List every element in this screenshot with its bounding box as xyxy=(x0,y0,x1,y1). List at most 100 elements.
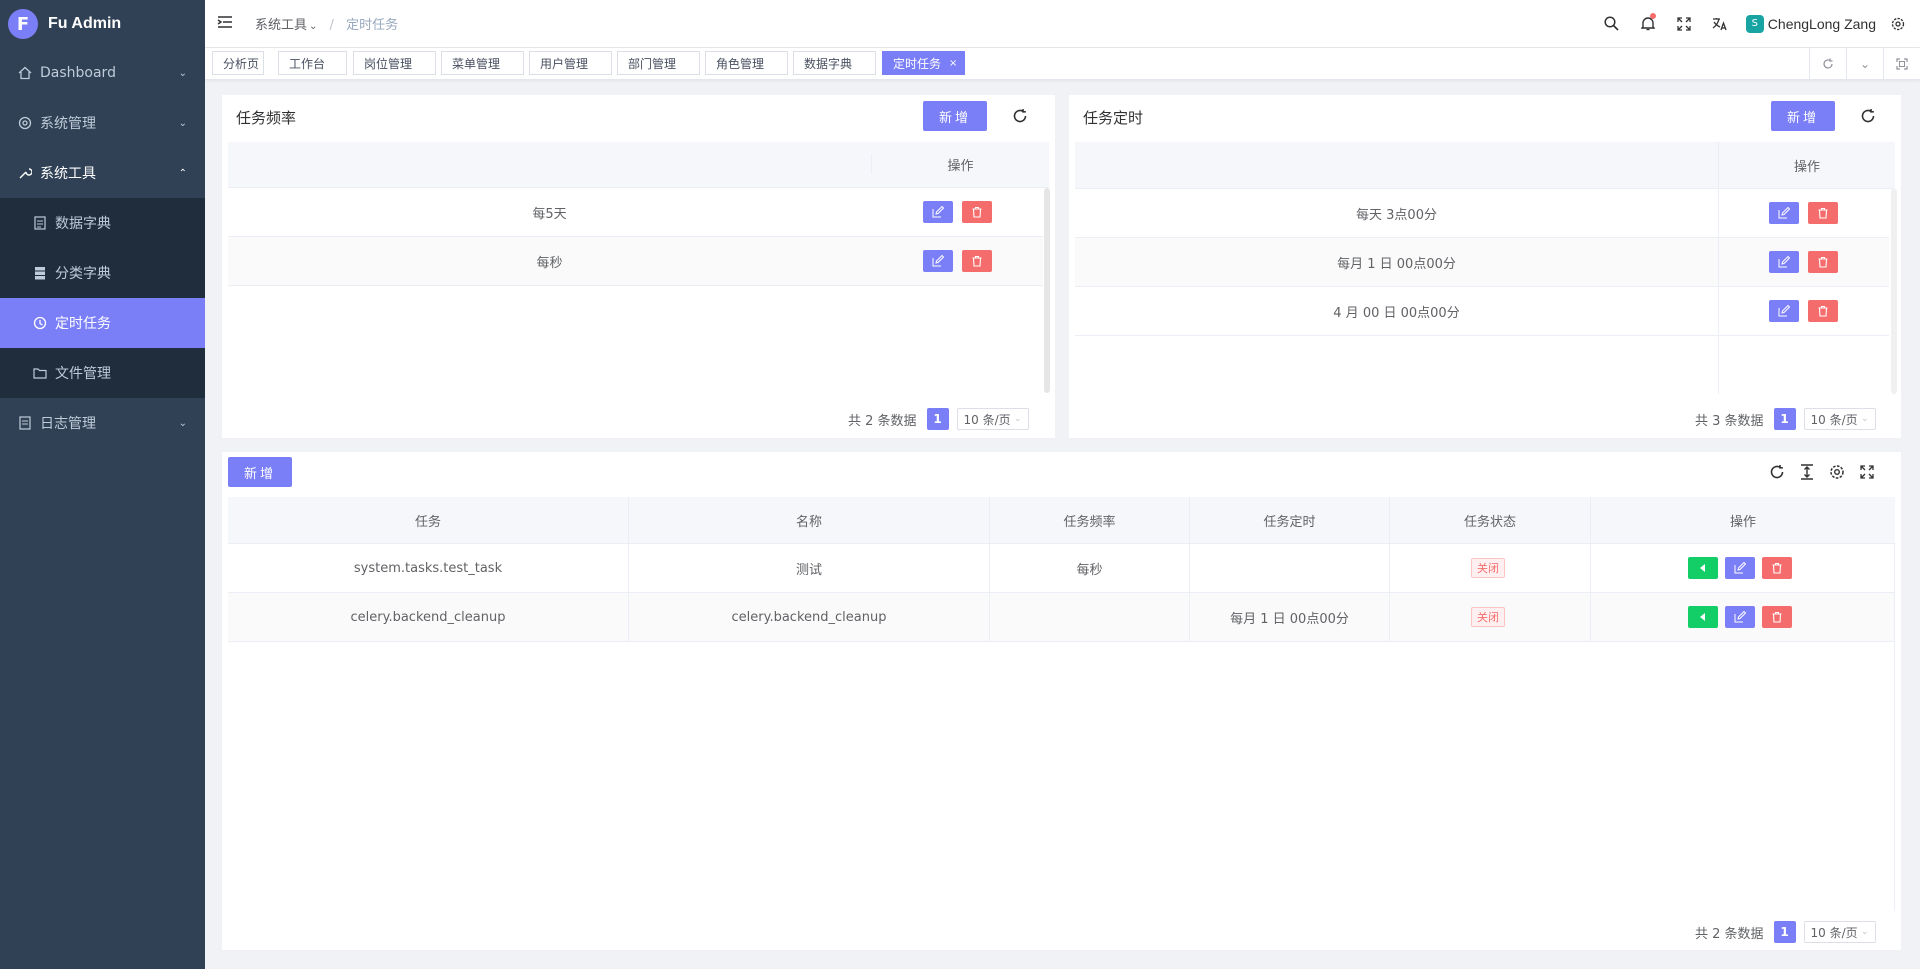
sidebar-item-dashboard[interactable]: Dashboard ⌄ xyxy=(0,48,205,98)
edit-button[interactable] xyxy=(1725,606,1755,628)
breadcrumb-current: 定时任务 xyxy=(346,18,399,33)
divider xyxy=(1718,336,1719,394)
delete-button[interactable] xyxy=(1808,251,1838,273)
pagination: 共 2 条数据 1 10 条/页 ⌄ xyxy=(1695,921,1876,943)
table-row: 每天 3点00分 xyxy=(1075,189,1889,238)
page-size-select[interactable]: 10 条/页 ⌄ xyxy=(1803,408,1876,430)
edit-button[interactable] xyxy=(1769,202,1799,224)
submenu-system-tools: 数据字典 分类字典 定时任务 文件管理 xyxy=(0,198,205,398)
tags-view: 分析页 工作台 岗位管理 菜单管理 用户管理 部门管理 角色管理 数据字典 定时… xyxy=(205,48,1920,80)
tag-workbench[interactable]: 工作台 xyxy=(278,51,347,75)
fullscreen-icon[interactable] xyxy=(1856,461,1878,483)
edit-button[interactable] xyxy=(1769,251,1799,273)
header-actions: S ChengLong Zang xyxy=(1594,0,1910,47)
delete-button[interactable] xyxy=(962,201,992,223)
total-count: 共 2 条数据 xyxy=(848,413,917,429)
tag-label: 菜单管理 xyxy=(452,56,501,71)
column-height-icon[interactable] xyxy=(1796,461,1818,483)
table-row: 每秒 xyxy=(228,237,1043,286)
tag-analysis[interactable]: 分析页 xyxy=(212,51,264,75)
edit-button[interactable] xyxy=(1769,300,1799,322)
settings-gear-icon[interactable] xyxy=(1886,17,1910,31)
home-icon xyxy=(18,66,32,80)
menu-toggle-icon[interactable] xyxy=(217,14,241,33)
tag-menu-management[interactable]: 菜单管理 xyxy=(441,51,524,75)
sidebar-item-label: 日志管理 xyxy=(40,416,96,432)
tag-user-management[interactable]: 用户管理 xyxy=(529,51,612,75)
task-cell: system.tasks.test_task xyxy=(353,560,503,576)
add-frequency-button[interactable]: 新增 xyxy=(923,101,987,131)
table-header: 任务 名称 任务频率 任务定时 任务状态 操作 xyxy=(228,497,1895,544)
scrollbar[interactable] xyxy=(1044,188,1050,393)
wrench-icon xyxy=(18,166,32,180)
sidebar-item-scheduled-tasks[interactable]: 定时任务 xyxy=(0,298,205,348)
fold-icon[interactable] xyxy=(1883,48,1920,79)
logo[interactable]: F Fu Admin xyxy=(0,0,205,48)
sidebar-item-system-tools[interactable]: 系统工具 ⌃ xyxy=(0,148,205,198)
tag-data-dictionary[interactable]: 数据字典 xyxy=(793,51,876,75)
scrollbar[interactable] xyxy=(1891,189,1897,394)
tag-dept-management[interactable]: 部门管理 xyxy=(617,51,700,75)
refresh-icon[interactable] xyxy=(1009,105,1031,127)
sidebar-item-system-management[interactable]: 系统管理 ⌄ xyxy=(0,98,205,148)
fullscreen-icon[interactable] xyxy=(1666,16,1702,31)
name-cell: 测试 xyxy=(795,562,822,578)
settings-icon[interactable] xyxy=(1826,461,1848,483)
delete-button[interactable] xyxy=(962,250,992,272)
tag-label: 岗位管理 xyxy=(364,56,413,71)
app-title: Fu Admin xyxy=(48,15,122,32)
tag-role-management[interactable]: 角色管理 xyxy=(705,51,788,75)
sidebar-item-file-management[interactable]: 文件管理 xyxy=(0,348,205,398)
run-button[interactable] xyxy=(1688,557,1718,579)
edit-button[interactable] xyxy=(923,201,953,223)
tag-post-management[interactable]: 岗位管理 xyxy=(353,51,436,75)
add-task-button[interactable]: 新增 xyxy=(228,457,292,487)
sidebar-item-category-dictionary[interactable]: 分类字典 xyxy=(0,248,205,298)
edit-button[interactable] xyxy=(923,250,953,272)
server-icon xyxy=(33,266,47,280)
refresh-icon[interactable] xyxy=(1857,105,1879,127)
add-cron-button[interactable]: 新增 xyxy=(1771,101,1835,131)
folder-icon xyxy=(33,366,47,380)
page-number[interactable]: 1 xyxy=(926,408,949,430)
refresh-icon[interactable] xyxy=(1766,461,1788,483)
delete-button[interactable] xyxy=(1808,300,1838,322)
sidebar-item-label: 数据字典 xyxy=(55,216,111,232)
bell-icon[interactable] xyxy=(1630,13,1666,31)
delete-button[interactable] xyxy=(1762,606,1792,628)
edit-button[interactable] xyxy=(1725,557,1755,579)
delete-button[interactable] xyxy=(1808,202,1838,224)
sidebar-item-label: 系统管理 xyxy=(40,116,96,132)
pagination: 共 2 条数据 1 10 条/页 ⌄ xyxy=(848,408,1029,430)
table-row: celery.backend_cleanup celery.backend_cl… xyxy=(228,593,1895,642)
delete-button[interactable] xyxy=(1762,557,1792,579)
tag-label: 用户管理 xyxy=(540,56,589,71)
column-header: 操作 xyxy=(947,159,974,174)
page-size-select[interactable]: 10 条/页 ⌄ xyxy=(1803,921,1876,943)
column-header: 任务定时 xyxy=(1263,514,1316,530)
close-icon[interactable]: × xyxy=(949,58,957,69)
page-number[interactable]: 1 xyxy=(1773,408,1796,430)
page-size-select[interactable]: 10 条/页 ⌄ xyxy=(956,408,1029,430)
tag-scheduled-tasks[interactable]: 定时任务 × xyxy=(882,51,965,75)
avatar[interactable]: S xyxy=(1745,14,1764,33)
frequency-cell: 每5天 xyxy=(532,206,567,222)
chevron-down-icon: ⌄ xyxy=(1861,414,1869,424)
chevron-down-icon[interactable]: ⌄ xyxy=(1846,48,1883,79)
chevron-down-icon: ⌄ xyxy=(309,21,318,32)
log-icon xyxy=(18,416,32,430)
tag-label: 数据字典 xyxy=(804,56,853,71)
task-cell: celery.backend_cleanup xyxy=(350,609,506,625)
divider xyxy=(1590,544,1591,592)
page-number[interactable]: 1 xyxy=(1773,921,1796,943)
search-icon[interactable] xyxy=(1594,16,1630,31)
run-button[interactable] xyxy=(1688,606,1718,628)
sidebar-item-data-dictionary[interactable]: 数据字典 xyxy=(0,198,205,248)
refresh-tab-icon[interactable] xyxy=(1809,48,1846,79)
username[interactable]: ChengLong Zang xyxy=(1768,16,1876,32)
translate-icon[interactable] xyxy=(1702,17,1738,31)
page-size-value: 10 条/页 xyxy=(1810,925,1858,940)
sidebar-item-log-management[interactable]: 日志管理 ⌄ xyxy=(0,398,205,448)
table-row: 每月 1 日 00点00分 xyxy=(1075,238,1889,287)
breadcrumb-item[interactable]: 系统工具 xyxy=(255,18,307,33)
